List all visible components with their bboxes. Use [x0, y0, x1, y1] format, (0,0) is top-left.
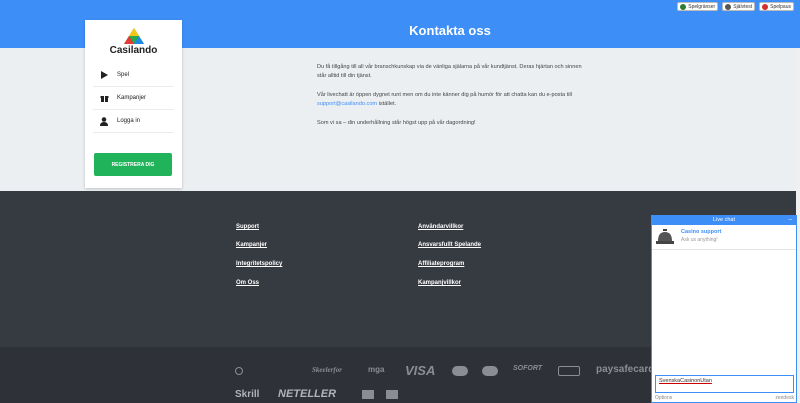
- sidebar-item-login[interactable]: Logga in: [93, 110, 174, 133]
- chat-title: Live chat: [712, 217, 735, 223]
- sjalvtest-icon: [725, 3, 732, 10]
- chat-message-input[interactable]: SvenskaCasinonUtan: [655, 375, 794, 393]
- agent-name: Casino support: [681, 229, 722, 235]
- paragraph-2: Vår livechatt är öppen dygnet runt men o…: [317, 91, 587, 109]
- trustly-icon: [362, 390, 374, 399]
- spelpaus-icon: [762, 3, 769, 10]
- badge-spelgranser[interactable]: Spelgränser: [677, 2, 719, 11]
- play-icon: [99, 70, 109, 80]
- sofort-logo: SOFORT: [513, 365, 543, 372]
- chat-agent: Casino support Ask us anything!: [652, 225, 796, 250]
- badge-label: Spelgränser: [688, 3, 716, 10]
- footer-link-support[interactable]: Support: [236, 224, 259, 230]
- sidebar-item-spel[interactable]: Spel: [93, 64, 174, 87]
- paragraph-3: Som vi sa – din underhållning står högst…: [317, 120, 476, 126]
- sidebar-item-label: Logga in: [117, 118, 141, 124]
- paragraph-2-end: istället.: [377, 101, 397, 107]
- paysafecard-logo: paysafecard: [596, 364, 655, 375]
- footer-link-om-oss[interactable]: Om Oss: [236, 280, 259, 286]
- age-limit-icon: [235, 367, 243, 375]
- support-bell-icon: [656, 229, 674, 244]
- chat-footer: Options zendesk: [655, 395, 794, 401]
- chat-input-value: SvenskaCasinonUtan: [659, 378, 712, 384]
- chat-header[interactable]: Live chat –: [652, 216, 796, 225]
- bank-icon: [386, 390, 398, 399]
- zendesk-label: zendesk: [775, 395, 794, 401]
- footer-link-affiliate[interactable]: Affiliateprogram: [418, 261, 464, 267]
- neteller-logo: NETELLER: [278, 388, 337, 400]
- mastercard-icon: [452, 366, 468, 376]
- mga-logo: mga: [368, 365, 385, 374]
- paragraph-2-text: Vår livechatt är öppen dygnet runt men o…: [317, 92, 572, 98]
- paragraph-1: Du få tillgång till all vår branschkunsk…: [317, 64, 582, 79]
- footer-link-anvandarvillkor[interactable]: Användarvillkor: [418, 224, 463, 230]
- sidebar-card: Casilando Spel Kampanjer Logga in REGIST…: [85, 20, 182, 188]
- spelgranser-icon: [680, 3, 687, 10]
- maestro-icon: [482, 366, 498, 376]
- badge-spelpaus[interactable]: Spelpaus: [759, 2, 794, 11]
- footer-link-kampanjer[interactable]: Kampanjer: [236, 242, 267, 248]
- chat-options-link[interactable]: Options: [655, 395, 672, 401]
- user-icon: [99, 116, 109, 126]
- skeelerfor-logo: Skeelerfor: [312, 366, 342, 374]
- visa-logo: VISA: [405, 363, 436, 378]
- sidebar-item-kampanjer[interactable]: Kampanjer: [93, 87, 174, 110]
- responsible-gaming-badges: Spelgränser Självtest Spelpaus: [677, 2, 794, 11]
- sidebar-item-label: Spel: [117, 72, 130, 78]
- register-button[interactable]: REGISTRERA DIG: [94, 153, 172, 176]
- agent-subtitle: Ask us anything!: [681, 237, 718, 243]
- footer-link-integritetspolicy[interactable]: Integritetspolicy: [236, 261, 282, 267]
- support-email-link[interactable]: support@casilando.com: [317, 101, 377, 107]
- gift-icon: [99, 93, 109, 103]
- footer-link-ansvarsfullt[interactable]: Ansvarsfullt Spelande: [418, 242, 481, 248]
- skrill-logo: Skrill: [235, 389, 260, 400]
- footer-link-kampanjvillkor[interactable]: Kampanjvillkor: [418, 280, 461, 286]
- logo[interactable]: Casilando: [85, 20, 182, 64]
- giropay-icon: [558, 366, 580, 376]
- minimize-icon[interactable]: –: [789, 216, 792, 225]
- sidebar-item-label: Kampanjer: [117, 95, 147, 101]
- badge-label: Självtest: [733, 3, 753, 10]
- casilando-logo-icon: [123, 28, 144, 44]
- live-chat-widget: Live chat – Casino support Ask us anythi…: [651, 215, 797, 403]
- contact-text: Du få tillgång till all vår branschkunsk…: [317, 63, 587, 138]
- badge-sjalvtest[interactable]: Självtest: [722, 2, 756, 11]
- brand-name: Casilando: [109, 45, 158, 56]
- badge-label: Spelpaus: [770, 3, 791, 10]
